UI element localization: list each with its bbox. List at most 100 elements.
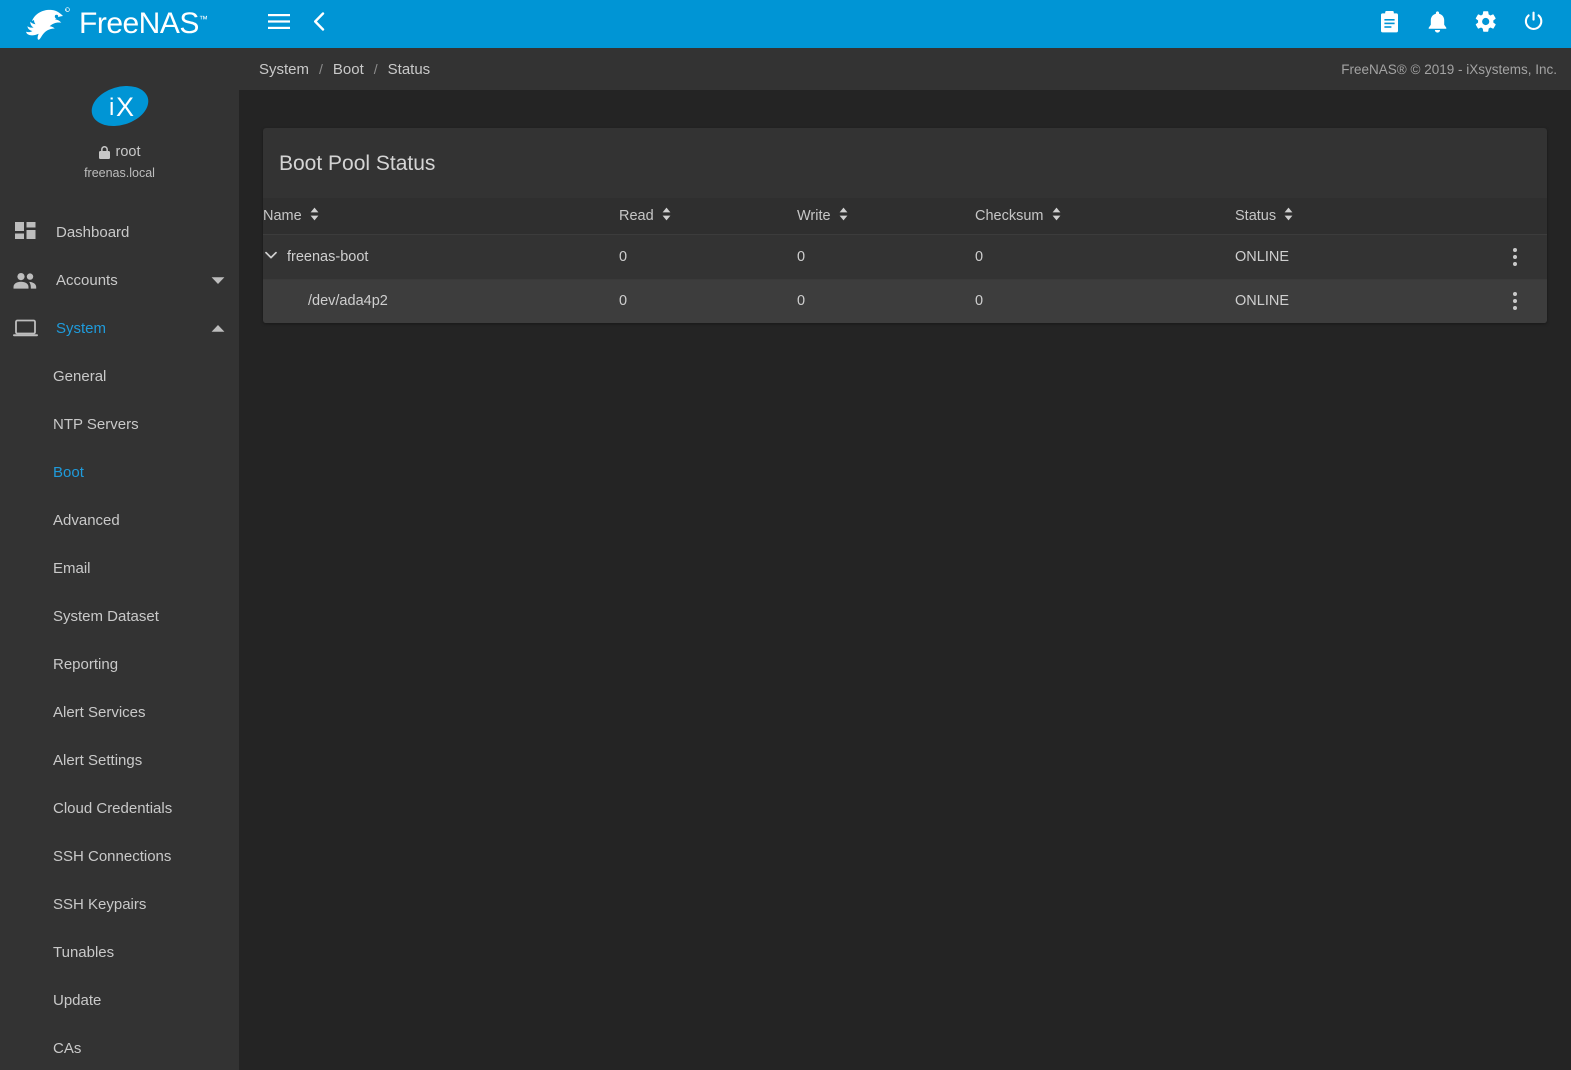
power-button[interactable] (1513, 4, 1553, 44)
sidebar-subitem-reporting[interactable]: Reporting (0, 640, 239, 688)
column-header-name[interactable]: Name (263, 198, 619, 235)
sidebar-subitem-email[interactable]: Email (0, 544, 239, 592)
subitem-label: General (53, 368, 106, 385)
column-header-status[interactable]: Status (1235, 198, 1483, 235)
brand-logo[interactable]: R FreeNAS™ (26, 7, 208, 41)
cell-checksum: 0 (975, 280, 1235, 323)
subitem-label: Alert Services (53, 704, 146, 721)
hostname-label: freenas.local (84, 166, 155, 180)
subitem-label: Update (53, 992, 101, 1009)
boot-pool-status-card: Boot Pool Status Name (263, 128, 1547, 323)
sidebar-subitem-cloud-credentials[interactable]: Cloud Credentials (0, 784, 239, 832)
sidebar-item-accounts[interactable]: Accounts (0, 256, 239, 304)
sort-updown-icon (1051, 207, 1062, 225)
sort-updown-icon (309, 207, 320, 225)
subitem-label: System Dataset (53, 608, 159, 625)
cell-actions (1483, 235, 1547, 280)
boot-pool-table: Name (263, 198, 1547, 323)
column-header-checksum[interactable]: Checksum (975, 198, 1235, 235)
breadcrumb-separator: / (319, 61, 323, 77)
jobs-button[interactable] (1369, 4, 1409, 44)
bell-notifications-icon (1428, 11, 1447, 38)
sidebar-nav: Dashboard Accounts (0, 202, 239, 1070)
back-button[interactable] (299, 4, 339, 44)
chevron-up-icon[interactable] (211, 320, 225, 337)
sidebar-subitem-system-dataset[interactable]: System Dataset (0, 592, 239, 640)
svg-text:i: i (109, 94, 114, 121)
breadcrumb-bar: System / Boot / Status FreeNAS® © 2019 -… (239, 48, 1571, 90)
sidebar-subitem-tunables[interactable]: Tunables (0, 928, 239, 976)
sidebar-subitem-ssh-connections[interactable]: SSH Connections (0, 832, 239, 880)
lock-icon (99, 146, 110, 159)
trademark-mark: ™ (199, 14, 208, 24)
breadcrumb-item-status[interactable]: Status (388, 61, 431, 78)
sidebar-item-system[interactable]: System (0, 304, 239, 352)
cell-read: 0 (619, 235, 797, 280)
svg-text:R: R (65, 8, 67, 12)
gear-settings-icon (1475, 11, 1496, 37)
sidebar: R FreeNAS™ i X (0, 0, 239, 1070)
row-name-label: freenas-boot (287, 249, 368, 265)
kebab-menu-icon[interactable] (1483, 248, 1547, 266)
column-header-write[interactable]: Write (797, 198, 975, 235)
cell-write: 0 (797, 280, 975, 323)
system-laptop-icon (12, 317, 38, 339)
main-area: System / Boot / Status FreeNAS® © 2019 -… (239, 0, 1571, 1070)
chevron-down-icon[interactable] (263, 247, 287, 267)
subitem-label: CAs (53, 1040, 81, 1057)
column-label: Name (263, 208, 302, 224)
sidebar-item-label: System (56, 320, 211, 337)
kebab-menu-icon[interactable] (1483, 292, 1547, 310)
top-toolbar (239, 0, 1571, 48)
status-badge: ONLINE (1235, 235, 1483, 280)
sidebar-subitem-update[interactable]: Update (0, 976, 239, 1024)
copyright-label: FreeNAS® © 2019 - iXsystems, Inc. (1341, 62, 1557, 77)
sidebar-subitem-alert-settings[interactable]: Alert Settings (0, 736, 239, 784)
subitem-label: Tunables (53, 944, 114, 961)
freenas-fish-logo-icon: R (26, 7, 72, 41)
column-label: Read (619, 208, 654, 224)
alerts-button[interactable] (1417, 4, 1457, 44)
brand-name: FreeNAS™ (79, 9, 208, 39)
sort-updown-icon (1283, 207, 1294, 225)
column-header-actions (1483, 198, 1547, 235)
chevron-left-icon (313, 12, 325, 36)
breadcrumb-item-boot[interactable]: Boot (333, 61, 364, 78)
chevron-down-icon[interactable] (211, 272, 225, 289)
table-row[interactable]: freenas-boot 0 0 0 ONLINE (263, 235, 1547, 280)
column-label: Status (1235, 208, 1276, 224)
subitem-label: SSH Keypairs (53, 896, 146, 913)
dashboard-grid-icon (12, 221, 38, 243)
content-area: Boot Pool Status Name (239, 90, 1571, 1070)
subitem-label: Boot (53, 464, 84, 481)
ix-systems-avatar-icon[interactable]: i X (89, 82, 151, 130)
sidebar-item-label: Accounts (56, 272, 211, 289)
sidebar-item-label: Dashboard (56, 224, 225, 241)
sidebar-subitem-general[interactable]: General (0, 352, 239, 400)
freenas-web-ui: R FreeNAS™ i X (0, 0, 1571, 1070)
hamburger-menu-button[interactable] (259, 4, 299, 44)
breadcrumb: System / Boot / Status (259, 61, 430, 78)
sidebar-subitem-cas[interactable]: CAs (0, 1024, 239, 1070)
brand-logo-bar[interactable]: R FreeNAS™ (0, 0, 239, 48)
toolbar-actions (1369, 4, 1553, 44)
column-header-read[interactable]: Read (619, 198, 797, 235)
cell-name: freenas-boot (263, 235, 619, 280)
accounts-people-icon (12, 269, 38, 291)
row-name-label: /dev/ada4p2 (308, 293, 388, 309)
table-body: freenas-boot 0 0 0 ONLINE (263, 235, 1547, 323)
subitem-label: Advanced (53, 512, 120, 529)
subitem-label: Email (53, 560, 91, 577)
sidebar-subitem-alert-services[interactable]: Alert Services (0, 688, 239, 736)
sidebar-item-dashboard[interactable]: Dashboard (0, 208, 239, 256)
sidebar-subitem-boot[interactable]: Boot (0, 448, 239, 496)
sidebar-subitem-ssh-keypairs[interactable]: SSH Keypairs (0, 880, 239, 928)
table-row[interactable]: /dev/ada4p2 0 0 0 ONLINE (263, 280, 1547, 323)
column-label: Write (797, 208, 831, 224)
svg-text:X: X (116, 92, 134, 122)
sort-updown-icon (661, 207, 672, 225)
breadcrumb-item-system[interactable]: System (259, 61, 309, 78)
sidebar-subitem-advanced[interactable]: Advanced (0, 496, 239, 544)
sidebar-subitem-ntp-servers[interactable]: NTP Servers (0, 400, 239, 448)
settings-button[interactable] (1465, 4, 1505, 44)
